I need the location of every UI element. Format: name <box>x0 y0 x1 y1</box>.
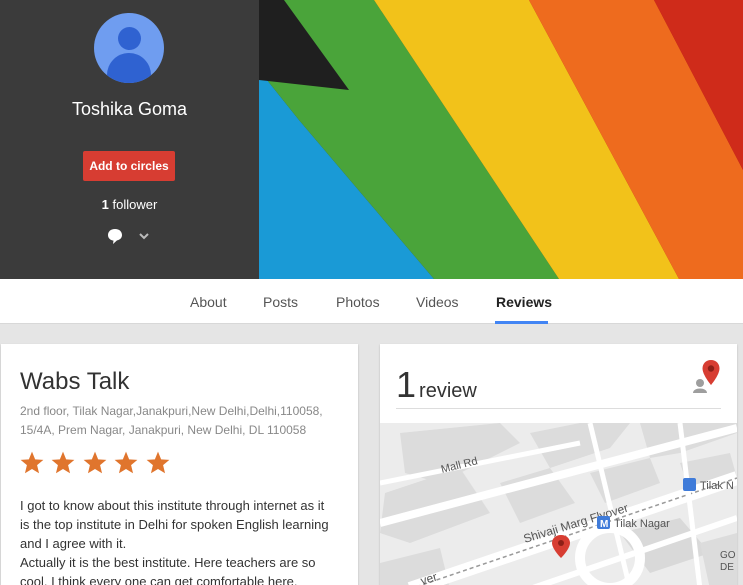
follower-number: 1 <box>101 197 109 212</box>
avatar[interactable] <box>94 13 164 83</box>
active-tab-indicator <box>495 321 548 324</box>
profile-actions <box>105 226 155 246</box>
speech-bubble-icon[interactable] <box>105 226 125 246</box>
star-icon <box>146 451 170 474</box>
star-icon <box>52 451 75 474</box>
chevron-down-icon[interactable] <box>137 229 151 243</box>
review-count-number: 1 <box>396 364 417 405</box>
business-address-line-2: 15/4A, Prem Nagar, Janakpuri, New Delhi,… <box>20 423 307 437</box>
person-icon-body <box>107 53 151 83</box>
add-to-circles-button[interactable]: Add to circles <box>83 151 175 181</box>
review-text-line: and I agree with it. <box>20 536 127 551</box>
business-address-line-1: 2nd floor, Tilak Nagar,Janakpuri,New Del… <box>20 404 323 418</box>
review-card: Wabs Talk 2nd floor, Tilak Nagar,Janakpu… <box>1 344 358 585</box>
follower-label: follower <box>112 197 158 212</box>
tab-about[interactable]: About <box>190 294 227 310</box>
review-count-label: review <box>419 380 477 402</box>
map-pin-user-icon[interactable] <box>692 358 722 394</box>
review-text-line: is the top institute in Delhi for spoken… <box>20 517 329 532</box>
review-text-line: Actually it is the best institute. Here … <box>20 555 316 570</box>
profile-name[interactable]: Toshika Goma <box>0 99 259 120</box>
map-label-go: GO <box>720 550 736 561</box>
business-name[interactable]: Wabs Talk <box>20 368 129 396</box>
tab-videos[interactable]: Videos <box>416 294 459 310</box>
profile-header: Toshika Goma Add to circles 1 follower <box>0 0 743 279</box>
star-icon <box>20 451 44 474</box>
location-map[interactable]: Mall Rd Shivaji Marg Flyover M Tilak Nag… <box>380 423 737 585</box>
tab-photos[interactable]: Photos <box>336 294 380 310</box>
bus-icon <box>683 478 696 491</box>
profile-panel: Toshika Goma Add to circles 1 follower <box>0 0 259 279</box>
tab-reviews[interactable]: Reviews <box>496 294 552 310</box>
divider <box>396 408 721 409</box>
review-text-line: cool. I think every one can get comforta… <box>20 574 298 585</box>
review-text-line: I got to know about this institute throu… <box>20 498 325 513</box>
map-label-tilak-right: Tilak N <box>700 480 734 492</box>
map-label-de: DE <box>720 562 734 573</box>
map-label-tilak-nagar: Tilak Nagar <box>614 518 670 530</box>
tab-bar: About Posts Photos Videos Reviews <box>0 279 743 324</box>
review-text: I got to know about this institute throu… <box>20 496 345 585</box>
star-icon <box>83 451 107 474</box>
svg-text:M: M <box>600 519 608 530</box>
review-summary-card: 1 review Mall Rd Shivaji Marg Flyover M … <box>380 344 737 585</box>
star-rating <box>19 450 172 478</box>
review-count: 1 review <box>396 364 477 406</box>
follower-count[interactable]: 1 follower <box>0 197 259 212</box>
person-icon-head <box>118 27 141 50</box>
star-icon <box>114 451 138 474</box>
tab-posts[interactable]: Posts <box>263 294 298 310</box>
cover-photo <box>259 0 743 279</box>
